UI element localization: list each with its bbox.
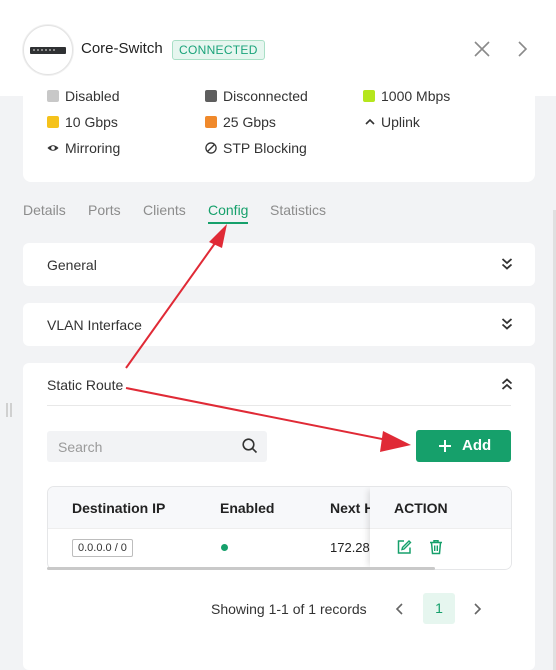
switch-icon — [30, 47, 66, 54]
section-title: VLAN Interface — [47, 317, 142, 333]
active-tab-indicator — [208, 222, 248, 224]
port-legend: Disabled Disconnected 1000 Mbps 10 Gbps … — [23, 80, 535, 182]
device-name: Core-Switch — [81, 40, 163, 57]
tab-config[interactable]: Config — [208, 202, 248, 218]
enabled-status-dot — [221, 544, 228, 551]
resize-handle-icon[interactable] — [5, 402, 13, 418]
tab-statistics[interactable]: Statistics — [270, 202, 326, 218]
edit-icon[interactable] — [396, 539, 412, 555]
close-button[interactable] — [472, 38, 492, 60]
section-title[interactable]: Static Route — [47, 377, 123, 393]
chevron-right-icon — [474, 603, 482, 615]
device-panel: Core-Switch CONNECTED Disabled Disconnec… — [0, 0, 556, 670]
legend-label: STP Blocking — [223, 140, 307, 156]
chevron-left-icon — [395, 603, 403, 615]
plus-icon — [439, 440, 451, 452]
tab-ports[interactable]: Ports — [88, 202, 121, 218]
legend-label: 25 Gbps — [223, 114, 276, 130]
table-horizontal-scrollbar[interactable] — [47, 567, 435, 570]
add-route-button[interactable]: Add — [416, 430, 511, 462]
pagination-summary: Showing 1-1 of 1 records — [211, 601, 367, 617]
column-header-next-hop[interactable]: Next H — [330, 500, 374, 516]
double-chevron-up-icon[interactable] — [501, 377, 513, 391]
disconnected-swatch — [205, 90, 217, 102]
double-chevron-down-icon — [501, 318, 513, 330]
delete-icon[interactable] — [428, 539, 444, 555]
blocked-icon — [205, 142, 217, 154]
legend-label: Uplink — [381, 114, 420, 130]
page-number-button[interactable]: 1 — [423, 593, 455, 624]
header-divider — [370, 528, 511, 529]
legend-label: Disconnected — [223, 88, 308, 104]
column-header-destination-ip[interactable]: Destination IP — [72, 500, 165, 516]
column-header-action: ACTION — [394, 500, 448, 516]
destination-ip-cell: 0.0.0.0 / 0 — [72, 539, 133, 557]
double-chevron-down-icon — [501, 258, 513, 270]
column-header-enabled[interactable]: Enabled — [220, 500, 274, 516]
disabled-swatch — [47, 90, 59, 102]
section-vlan-interface[interactable]: VLAN Interface — [23, 303, 535, 346]
chevron-up-icon — [365, 118, 375, 125]
section-divider — [47, 405, 511, 406]
close-icon — [474, 41, 490, 57]
search-input[interactable] — [47, 431, 238, 462]
1000mbps-swatch — [363, 90, 375, 102]
next-device-button[interactable] — [513, 38, 533, 60]
chevron-right-icon — [518, 41, 528, 57]
search-box — [47, 431, 267, 462]
section-title: General — [47, 257, 97, 273]
device-avatar — [23, 25, 73, 75]
25gbps-swatch — [205, 116, 217, 128]
section-general[interactable]: General — [23, 243, 535, 286]
prev-page-button[interactable] — [389, 598, 409, 620]
legend-label: 10 Gbps — [65, 114, 118, 130]
search-icon[interactable] — [242, 438, 258, 454]
action-column: ACTION — [370, 487, 511, 569]
legend-label: Disabled — [65, 88, 120, 104]
tab-details[interactable]: Details — [23, 202, 66, 218]
legend-label: Mirroring — [65, 140, 121, 156]
tab-clients[interactable]: Clients — [143, 202, 186, 218]
static-route-table: Destination IP Enabled Next H 0.0.0.0 / … — [47, 486, 512, 570]
legend-label: 1000 Mbps — [381, 88, 451, 104]
next-hop-cell: 172.28 — [330, 540, 370, 555]
next-page-button[interactable] — [468, 598, 488, 620]
status-badge: CONNECTED — [172, 40, 265, 60]
add-button-label: Add — [462, 437, 492, 454]
eye-icon — [47, 145, 59, 151]
10gbps-swatch — [47, 116, 59, 128]
